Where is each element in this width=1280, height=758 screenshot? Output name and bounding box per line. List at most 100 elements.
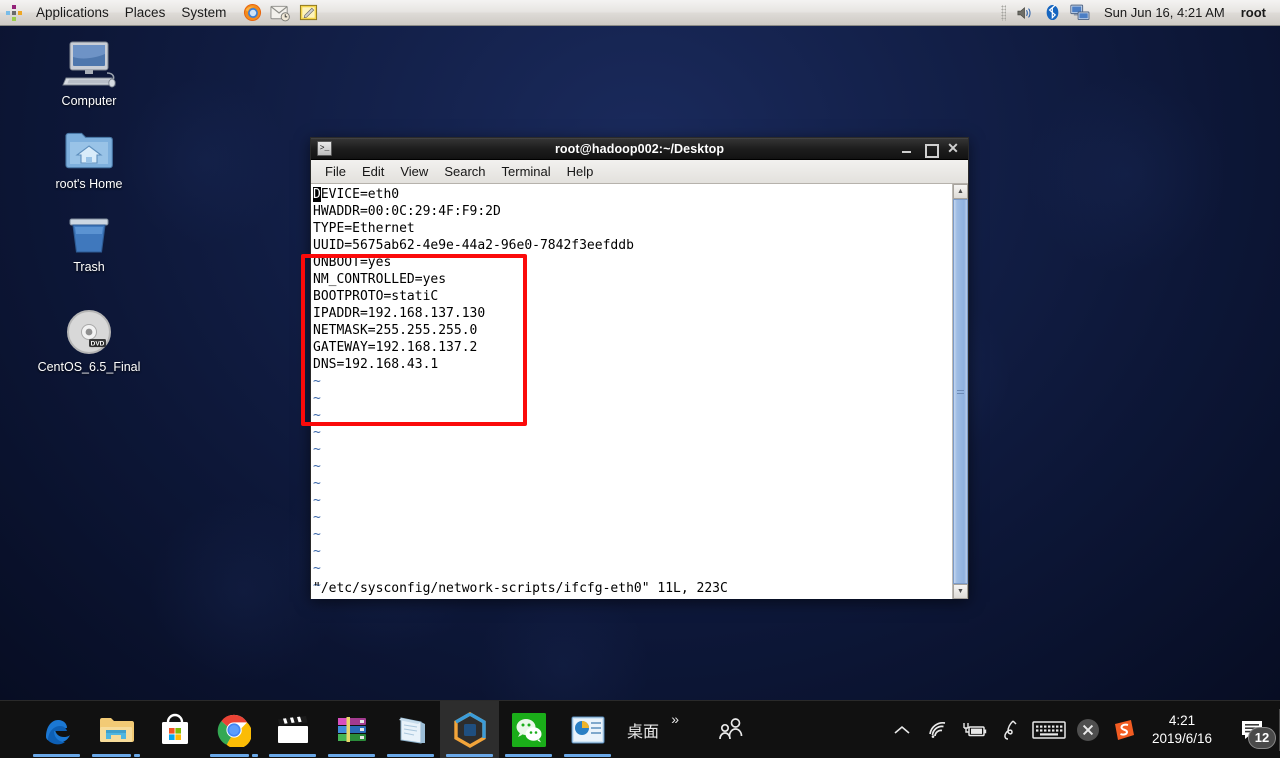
windows-taskbar: 桌面 » 4:21 2019/6/16 12 (0, 700, 1280, 758)
taskbar-running-indicator (505, 753, 552, 757)
taskbar-running-indicator (446, 753, 493, 757)
overflow-chevron-icon[interactable]: » (671, 711, 679, 727)
terminal-menubar: File Edit View Search Terminal Help (311, 160, 968, 184)
desktop-area[interactable]: Computer root's Home Trash DVD CentOS_6.… (0, 26, 1280, 700)
menu-places[interactable]: Places (118, 2, 173, 24)
taskbar-people-button[interactable] (701, 701, 760, 758)
desktop-icon-dvd[interactable]: DVD CentOS_6.5_Final (29, 304, 149, 374)
terminal-window[interactable]: >_ root@hadoop002:~/Desktop ✕ File Edit … (310, 137, 969, 599)
network-icon[interactable] (1068, 2, 1092, 24)
taskbar-app-winrar[interactable] (322, 701, 381, 758)
taskbar-running-indicator (269, 753, 316, 757)
svg-text:DVD: DVD (91, 340, 105, 347)
taskbar-running-indicator (328, 753, 375, 757)
taskbar-app-microsoft-store[interactable] (145, 701, 204, 758)
system-tray (884, 701, 1142, 758)
firefox-icon[interactable] (240, 2, 264, 24)
centos-menu-icon[interactable] (2, 2, 26, 24)
computer-icon (29, 38, 149, 90)
vim-empty-line: ~ (313, 391, 321, 406)
menu-applications[interactable]: Applications (29, 2, 116, 24)
window-controls: ✕ (901, 141, 968, 158)
taskbar-app-file-explorer[interactable] (86, 701, 145, 758)
vim-empty-line: ~ (313, 442, 321, 457)
text-editor-icon[interactable] (296, 2, 320, 24)
panel-user-menu[interactable]: root (1235, 5, 1272, 20)
terminal-line: BOOTPROTO=statiC (313, 289, 439, 304)
taskbar-clock[interactable]: 4:21 2019/6/16 (1142, 712, 1226, 748)
wifi-icon[interactable] (920, 701, 956, 758)
terminal-line: UUID=5675ab62-4e9e-44a2-96e0-7842f3eefdd… (313, 238, 634, 253)
top-panel-left: Applications Places System (0, 0, 322, 26)
minimize-button[interactable] (901, 142, 913, 156)
terminal-menu-view[interactable]: View (392, 162, 436, 181)
terminal-line: DNS=192.168.43.1 (313, 357, 439, 372)
terminal-scrollbar[interactable]: ▲ ▼ (952, 184, 968, 599)
terminal-text-area[interactable]: DEVICE=eth0 HWADDR=00:0C:29:4F:F9:2D TYP… (311, 184, 952, 599)
terminal-menu-edit[interactable]: Edit (354, 162, 392, 181)
scroll-down-arrow[interactable]: ▼ (953, 584, 968, 599)
scroll-up-arrow[interactable]: ▲ (953, 184, 968, 199)
taskbar-app-presentation[interactable] (558, 701, 617, 758)
vim-empty-line: ~ (313, 425, 321, 440)
bluetooth-icon[interactable] (1040, 2, 1064, 24)
taskbar-app-video-player[interactable] (263, 701, 322, 758)
notification-badge: 12 (1248, 726, 1276, 749)
notepad-icon (398, 716, 425, 744)
terminal-line: DEVICE=eth0 (313, 186, 952, 203)
vim-empty-line: ~ (313, 544, 321, 559)
panel-clock[interactable]: Sun Jun 16, 4:21 AM (1094, 5, 1235, 20)
desktop-icon-trash[interactable]: Trash (29, 204, 149, 274)
taskbar-app-vmware-workstation[interactable] (440, 700, 499, 758)
dvd-disc-icon: DVD (29, 304, 149, 356)
taskbar-desktop-button[interactable]: 桌面 » (617, 701, 679, 758)
winrar-icon (337, 716, 366, 742)
vim-empty-lines: ~~~~~~~~~~~~~~ (313, 373, 952, 599)
pen-icon[interactable] (992, 701, 1028, 758)
taskbar-app-notepad[interactable] (381, 701, 440, 758)
volume-icon[interactable] (1012, 2, 1036, 24)
sogou-input-icon[interactable] (1106, 701, 1142, 758)
terminal-menu-search[interactable]: Search (436, 162, 493, 181)
vim-empty-line: ~ (313, 476, 321, 491)
chrome-icon (217, 714, 251, 747)
taskbar-running-indicator (210, 753, 258, 757)
wechat-icon (511, 712, 546, 747)
show-hidden-icons-button[interactable] (884, 701, 920, 758)
taskbar-running-indicator (564, 753, 611, 757)
vim-cursor: D (313, 187, 321, 202)
edge-icon (45, 719, 70, 744)
desktop-icon-computer[interactable]: Computer (29, 38, 149, 108)
close-circle-icon[interactable] (1070, 701, 1106, 758)
terminal-body[interactable]: DEVICE=eth0 HWADDR=00:0C:29:4F:F9:2D TYP… (311, 184, 968, 599)
battery-icon[interactable] (956, 701, 992, 758)
scrollbar-track[interactable] (953, 199, 968, 584)
maximize-button[interactable] (924, 142, 939, 158)
vmware-icon (453, 711, 486, 748)
taskbar-running-indicator (92, 753, 140, 757)
terminal-menu-help[interactable]: Help (559, 162, 602, 181)
taskbar-app-wechat[interactable] (499, 701, 558, 758)
terminal-titlebar[interactable]: >_ root@hadoop002:~/Desktop ✕ (311, 138, 968, 160)
taskbar-app-chrome[interactable] (204, 701, 263, 758)
desktop-icon-label: Trash (73, 260, 105, 274)
terminal-line: ONBOOT=yes (313, 255, 392, 270)
scrollbar-thumb[interactable] (953, 199, 968, 584)
vim-empty-line: ~ (313, 374, 321, 389)
evolution-mail-icon[interactable] (268, 2, 292, 24)
keyboard-icon[interactable] (1028, 701, 1070, 758)
terminal-line: NETMASK=255.255.255.0 (313, 323, 478, 338)
vim-empty-line: ~ (313, 459, 321, 474)
gnome-top-panel: Applications Places System Sun Jun 16, 4… (0, 0, 1280, 26)
menu-system[interactable]: System (174, 2, 233, 24)
terminal-menu-file[interactable]: File (317, 162, 354, 181)
desktop-icon-home[interactable]: root's Home (29, 121, 149, 191)
top-panel-right: Sun Jun 16, 4:21 AM root (1001, 0, 1280, 26)
terminal-line: IPADDR=192.168.137.130 (313, 306, 486, 321)
scrollbar-grip (957, 388, 964, 396)
close-button[interactable]: ✕ (947, 141, 959, 156)
taskbar-notification-center[interactable]: 12 (1226, 701, 1280, 758)
taskbar-app-edge[interactable] (27, 701, 86, 758)
desktop-icon-label: root's Home (55, 177, 123, 191)
terminal-menu-terminal[interactable]: Terminal (494, 162, 559, 181)
